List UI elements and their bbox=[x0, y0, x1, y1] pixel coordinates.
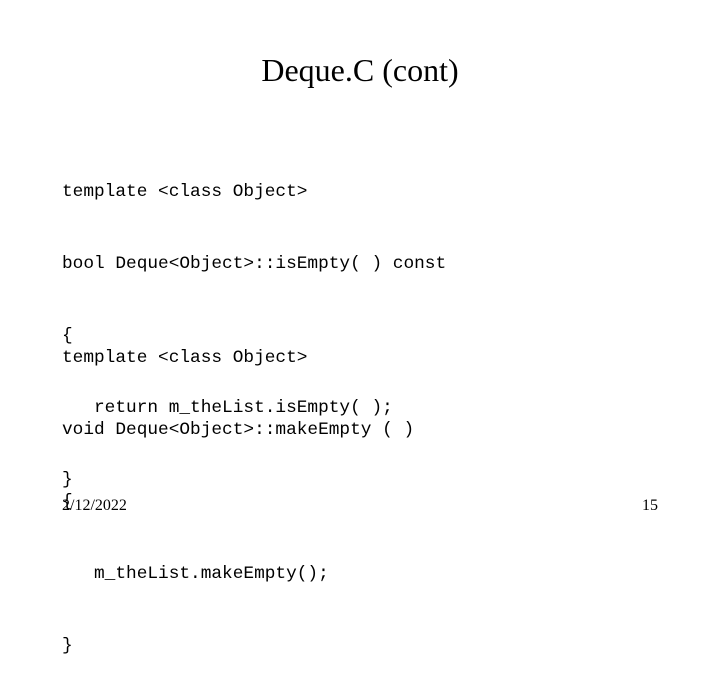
code-line: bool Deque<Object>::isEmpty( ) const bbox=[62, 254, 447, 274]
code-block-make-empty: template <class Object> void Deque<Objec… bbox=[62, 298, 414, 682]
footer-page-number: 15 bbox=[642, 497, 658, 514]
code-line: template <class Object> bbox=[62, 182, 308, 202]
footer-date: 2/12/2022 bbox=[62, 497, 127, 514]
slide-title: Deque.C (cont) bbox=[261, 52, 459, 88]
code-line: m_theList.makeEmpty(); bbox=[62, 564, 329, 584]
code-line: void Deque<Object>::makeEmpty ( ) bbox=[62, 420, 415, 440]
code-line: } bbox=[62, 636, 73, 656]
code-line: template <class Object> bbox=[62, 348, 308, 368]
